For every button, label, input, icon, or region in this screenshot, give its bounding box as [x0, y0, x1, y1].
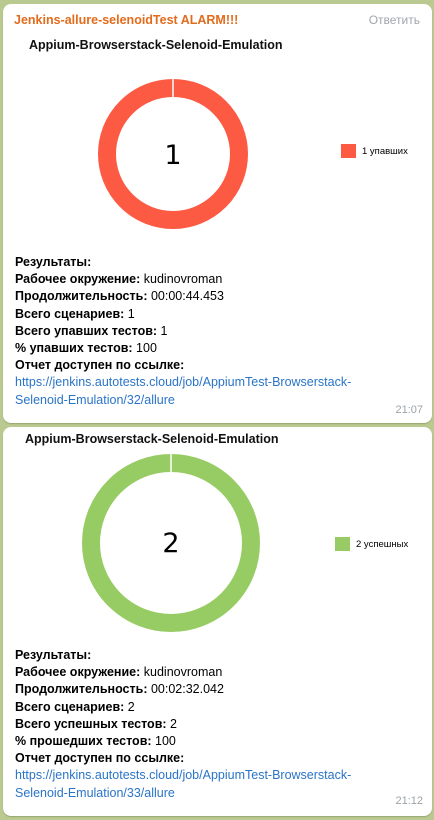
duration-label: Продолжительность:	[15, 289, 148, 304]
duration-value: 00:02:32.042	[150, 682, 224, 697]
passed-count-value: 2	[170, 716, 177, 731]
legend-swatch	[341, 144, 356, 158]
total-value: 2	[127, 699, 135, 714]
chart-legend: 2 успешных	[335, 537, 408, 551]
report-link-label: Отчет доступен по ссылке:	[15, 751, 185, 766]
failed-count-label: Всего упавших тестов:	[15, 323, 158, 338]
chart-title: Appium-Browserstack-Selenoid-Emulation	[25, 432, 279, 446]
message-bubble-1: Jenkins-allure-selenoidTest ALARM!!! Отв…	[3, 4, 432, 423]
failed-count-value: 1	[160, 323, 168, 338]
report-link-line-2[interactable]: Selenoid-Emulation/33/allure	[15, 786, 175, 800]
env-value: kudinovroman	[143, 665, 223, 680]
total-label: Всего сценариев:	[15, 699, 125, 714]
env-label: Рабочее окружение:	[15, 665, 141, 680]
chart-legend: 1 упавших	[341, 144, 408, 158]
donut-chart-failed[interactable]: 1	[97, 63, 249, 245]
chart-title: Appium-Browserstack-Selenoid-Emulation	[29, 38, 283, 52]
donut-center-label: 1	[164, 140, 181, 171]
results-block: Результаты: Рабочее окружение: kudinovro…	[15, 254, 351, 409]
env-value: kudinovroman	[143, 272, 223, 287]
report-link-label: Отчет доступен по ссылке:	[15, 358, 185, 373]
passed-pct-label: % прошедших тестов:	[15, 734, 152, 749]
message-time: 21:12	[395, 795, 423, 807]
donut-center-label: 2	[162, 528, 179, 559]
report-link-line-1[interactable]: https://jenkins.autotests.cloud/job/Appi…	[15, 375, 351, 389]
results-heading: Результаты:	[15, 255, 92, 269]
results-block: Результаты: Рабочее окружение: kudinovro…	[15, 647, 351, 802]
donut-chart-passed[interactable]: 2	[81, 452, 261, 634]
env-label: Рабочее окружение:	[15, 272, 141, 287]
total-label: Всего сценариев:	[15, 306, 125, 321]
results-heading: Результаты:	[15, 648, 92, 662]
legend-label: 1 упавших	[362, 145, 408, 157]
message-time: 21:07	[395, 404, 423, 416]
duration-label: Продолжительность:	[15, 682, 148, 697]
message-bubble-2: Appium-Browserstack-Selenoid-Emulation 2…	[3, 427, 432, 816]
legend-swatch	[335, 537, 350, 551]
failed-pct-value: 100	[136, 341, 157, 356]
legend-label: 2 успешных	[356, 538, 409, 550]
passed-count-label: Всего успешных тестов:	[15, 716, 167, 731]
report-link-line-1[interactable]: https://jenkins.autotests.cloud/job/Appi…	[15, 768, 351, 782]
reply-button[interactable]: Ответить	[369, 13, 420, 27]
failed-pct-label: % упавших тестов:	[15, 341, 133, 356]
report-link-line-2[interactable]: Selenoid-Emulation/32/allure	[15, 393, 175, 407]
total-value: 1	[127, 306, 135, 321]
passed-pct-value: 100	[155, 734, 176, 749]
sender-name[interactable]: Jenkins-allure-selenoidTest ALARM!!!	[14, 13, 238, 27]
duration-value: 00:00:44.453	[150, 289, 224, 304]
